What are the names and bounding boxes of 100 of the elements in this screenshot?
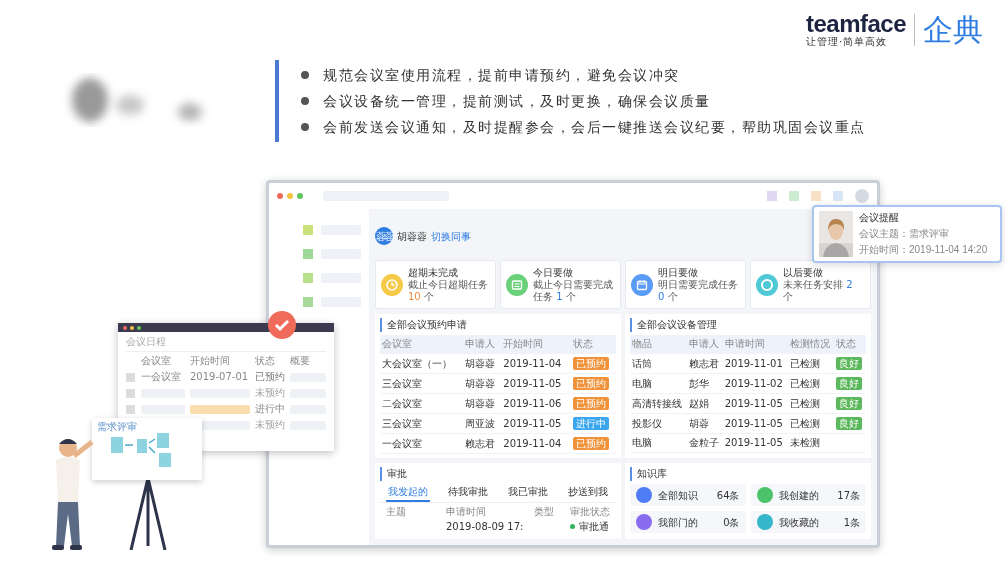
card-title: 以后要做 (783, 266, 823, 279)
table-cell: 审批通 (579, 520, 609, 533)
column-header: 主题 (386, 505, 407, 518)
checkbox[interactable] (126, 404, 135, 414)
card-title: 超期未完成 (408, 266, 459, 279)
column-header: 审批状态 (570, 505, 610, 518)
table-cell-text: 一会议室 (141, 371, 182, 383)
status-badge: 进行中 (573, 417, 610, 430)
notification-text: 会议主题：需求评审 (859, 227, 950, 240)
table-cell: 2019-07-01 (190, 371, 250, 383)
sidebar-icon[interactable] (303, 297, 313, 307)
card-description: 截止今日需要完成任务 1 个 (533, 279, 614, 303)
column-header: 类型 (534, 505, 555, 518)
table-cell: 2019-11-02 (722, 373, 789, 394)
approval-tab[interactable]: 我发起的 (386, 484, 430, 502)
item-count: 17条 (837, 488, 860, 502)
table-cell: 胡蓉蓉 (463, 393, 502, 414)
table-cell: 2019-11-05 (722, 393, 789, 414)
status-badge: 已预约 (573, 437, 610, 450)
table-cell: 赖志君 (686, 353, 723, 374)
column-header: 申请人 (686, 335, 723, 354)
toolbar-icon[interactable] (789, 191, 799, 201)
table-cell: 胡蓉蓉 (463, 373, 502, 394)
board-title: 需求评审 (97, 421, 138, 433)
table-cell: 二会议室 (380, 393, 464, 414)
notification-text: 开始时间：2019-11-04 14:20 (859, 243, 988, 256)
column-header: 概要 (290, 355, 311, 367)
approval-tab[interactable]: 抄送到我 (566, 484, 610, 502)
tagline: 让管理·简单高效 (805, 36, 889, 48)
table-cell: 电脑 (630, 433, 687, 453)
notification-title: 会议提醒 (859, 211, 900, 224)
column-header: 物品 (630, 335, 687, 354)
avatar-icon[interactable] (855, 189, 869, 203)
sidebar-icon[interactable] (303, 225, 313, 235)
table-cell: 三会议室 (380, 413, 464, 434)
placeholder-bar (190, 404, 250, 414)
table-cell: 已检测 (788, 413, 835, 434)
card-title: 今日要做 (533, 266, 574, 279)
table-cell-text: 2019-08-09 17: (446, 520, 525, 533)
product-name: 企典 (923, 14, 983, 46)
table-cell: 2019-11-05 (501, 413, 572, 434)
table-cell: 金粒子 (686, 433, 723, 453)
knowledge-item[interactable]: 我部门的 0条 (630, 511, 746, 533)
item-label: 我收藏的 (778, 515, 820, 529)
knowledge-item[interactable]: 全部知识 64条 (630, 484, 746, 506)
bullet-icon (301, 97, 309, 105)
knowledge-item[interactable]: 我收藏的 1条 (750, 511, 866, 533)
bullet-icon (301, 123, 309, 131)
status-badge: 已预约 (573, 377, 610, 390)
item-count: 1条 (843, 515, 860, 529)
approval-tab[interactable]: 待我审批 (446, 484, 490, 502)
sidebar-icon[interactable] (303, 273, 313, 283)
item-label: 我创建的 (778, 488, 820, 502)
column-header: 状态 (834, 335, 866, 354)
item-label: 我部门的 (658, 515, 699, 529)
table-cell: 投影仪 (630, 413, 687, 434)
user-name: 胡蓉蓉 (397, 229, 427, 243)
toolbar-icon[interactable] (833, 191, 843, 201)
checkbox[interactable] (126, 388, 135, 398)
table-cell: 2019-11-05 (501, 373, 572, 394)
user-avatar: 蓉蓉 (375, 227, 393, 245)
status-badge: 良好 (836, 417, 863, 430)
status-badge: 已预约 (573, 397, 610, 410)
bullet-text: 会前发送会议通知，及时提醒参会，会后一键推送会议纪要，帮助巩固会议重点 (323, 118, 866, 137)
table-cell: 彭华 (686, 373, 723, 394)
switch-colleague-link[interactable]: 切换同事 (431, 229, 471, 243)
section-title: 全部会议预约申请 (380, 318, 616, 332)
column-header: 状态 (571, 335, 616, 354)
sidebar-icon[interactable] (303, 249, 313, 259)
table-cell: 三会议室 (380, 373, 464, 394)
status-text: 已预约 (255, 371, 285, 383)
column-header: 会议室 (380, 335, 464, 354)
item-count: 64条 (716, 488, 740, 502)
table-cell: 2019-11-05 (722, 433, 789, 453)
column-header: 申请时间 (446, 505, 487, 518)
toolbar-icon[interactable] (767, 191, 777, 201)
item-count: 0条 (723, 515, 740, 529)
table-cell: 电脑 (630, 373, 687, 394)
checkbox[interactable] (126, 372, 135, 382)
logo-text: teamface (805, 12, 906, 36)
table-cell: 胡蓉 (686, 413, 723, 434)
table-cell: 周亚波 (463, 413, 502, 434)
card-description: 未来任务安排 2 个 (783, 279, 854, 303)
table-cell: 胡蓉蓉 (463, 353, 502, 374)
column-header: 申请人 (463, 335, 502, 354)
bullet-icon (301, 71, 309, 79)
status-badge: 已预约 (573, 357, 610, 370)
table-cell: 赵娟 (686, 393, 723, 414)
section-title: 审批 (380, 467, 616, 481)
column-header: 申请时间 (722, 335, 789, 354)
column-header: 检测情况 (788, 335, 835, 354)
knowledge-item[interactable]: 我创建的 17条 (750, 484, 866, 506)
section-title: 全部会议设备管理 (630, 318, 866, 332)
table-cell: 2019-11-06 (501, 393, 572, 414)
toolbar-icon[interactable] (811, 191, 821, 201)
approval-tab[interactable]: 我已审批 (506, 484, 550, 502)
table-cell: 2019-11-04 (501, 433, 572, 454)
table-cell: 已检测 (788, 393, 835, 414)
table-cell: 2019-11-04 (501, 353, 572, 374)
table-cell: 已检测 (788, 353, 835, 374)
